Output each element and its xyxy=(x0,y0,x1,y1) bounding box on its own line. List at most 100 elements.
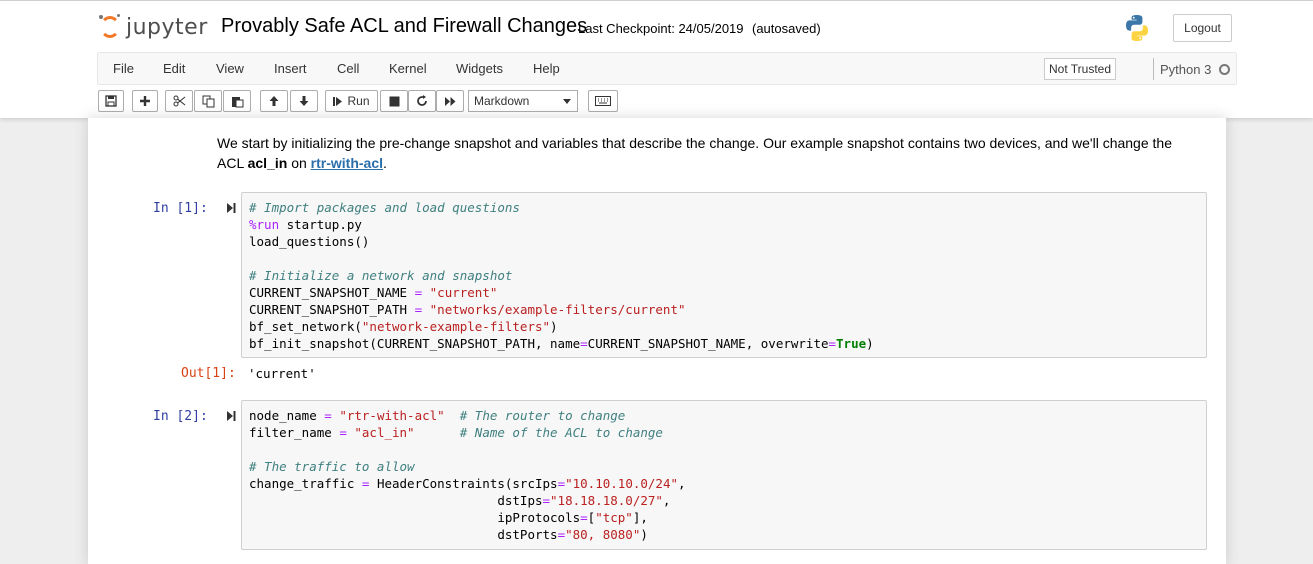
arrow-up-icon xyxy=(269,96,279,106)
interrupt-kernel-button[interactable] xyxy=(380,90,408,112)
code-token: = xyxy=(580,510,588,525)
menu-insert[interactable]: Insert xyxy=(274,61,307,76)
autosave-status: (autosaved) xyxy=(752,21,821,36)
code-line: filter_name = "acl_in" # Name of the ACL… xyxy=(249,424,686,441)
menu-cell[interactable]: Cell xyxy=(337,61,359,76)
save-icon xyxy=(105,95,117,107)
logout-button[interactable]: Logout xyxy=(1173,14,1232,42)
jupyter-logo[interactable]: jupyter xyxy=(99,13,208,41)
restart-kernel-button[interactable] xyxy=(408,90,436,112)
code-token: "acl_in" xyxy=(354,425,415,440)
code-token: "network-example-filters" xyxy=(361,319,551,334)
code-line: # Initialize a network and snapshot xyxy=(249,267,874,284)
not-trusted-button[interactable]: Not Trusted xyxy=(1044,58,1116,80)
copy-icon xyxy=(202,95,214,107)
code-token: "10.10.10.0/24" xyxy=(565,476,678,491)
code-line: load_questions() xyxy=(249,233,874,250)
restart-run-all-button[interactable] xyxy=(436,90,464,112)
code-token: filter_name xyxy=(249,425,340,440)
menu-help[interactable]: Help xyxy=(533,61,560,76)
cell-output: 'current' xyxy=(248,366,316,381)
cell-type-value: Markdown xyxy=(474,94,530,108)
code-line: ipProtocols=["tcp"], xyxy=(249,509,686,526)
jupyter-logo-icon xyxy=(99,14,120,38)
code-token: = xyxy=(414,285,423,300)
notebook-title[interactable]: Provably Safe ACL and Firewall Changes xyxy=(221,15,587,38)
menu-file[interactable]: File xyxy=(113,61,134,76)
code-token: startup.py xyxy=(279,217,362,232)
code-token: change_traffic xyxy=(249,476,362,491)
scissors-icon xyxy=(173,95,185,107)
command-palette-button[interactable] xyxy=(588,90,618,112)
cut-cell-button[interactable] xyxy=(165,90,193,112)
markdown-cell[interactable]: We start by initializing the pre-change … xyxy=(217,133,1187,173)
fast-forward-icon xyxy=(444,96,455,106)
insert-cell-button[interactable] xyxy=(132,90,158,112)
code-token: "networks/example-filters/current" xyxy=(429,302,686,317)
code-token: ipProtocols xyxy=(249,510,581,525)
menu-edit[interactable]: Edit xyxy=(163,61,185,76)
code-line: bf_set_network("network-example-filters"… xyxy=(249,318,874,335)
code-line: # Import packages and load questions xyxy=(249,199,874,216)
move-down-button[interactable] xyxy=(290,90,318,112)
code-token: HeaderConstraints(srcIps xyxy=(369,476,558,491)
code-token: "current" xyxy=(429,285,498,300)
jupyter-logo-text: jupyter xyxy=(126,14,208,40)
code-token: = xyxy=(339,425,347,440)
code-token: dstPorts xyxy=(249,527,558,542)
code-token: = xyxy=(324,408,332,423)
stop-icon xyxy=(389,96,399,106)
code-token: %run xyxy=(249,217,280,232)
code-token: = xyxy=(557,527,566,542)
copy-cell-button[interactable] xyxy=(194,90,222,112)
code-token: # Initialize a network and snapshot xyxy=(249,268,513,283)
run-cell-icon[interactable] xyxy=(226,410,236,422)
menu-widgets[interactable]: Widgets xyxy=(456,61,503,76)
cell-type-select[interactable]: Markdown xyxy=(468,90,578,112)
menu-view[interactable]: View xyxy=(216,61,244,76)
kernel-name: Python 3 xyxy=(1160,61,1212,77)
code-editor[interactable]: node_name = "rtr-with-acl" # The router … xyxy=(249,407,686,543)
router-link[interactable]: rtr-with-acl xyxy=(311,155,383,171)
code-token: , xyxy=(662,493,671,508)
notebook-header: jupyter Provably Safe ACL and Firewall C… xyxy=(0,0,1313,118)
run-button[interactable]: Run xyxy=(325,90,378,112)
code-cell-input[interactable]: node_name = "rtr-with-acl" # The router … xyxy=(241,400,1207,550)
paste-icon xyxy=(231,96,243,107)
input-prompt: In [1]: xyxy=(153,201,208,216)
code-line: dstPorts="80, 8080") xyxy=(249,526,686,543)
code-line: bf_init_snapshot(CURRENT_SNAPSHOT_PATH, … xyxy=(249,335,874,352)
code-token: ) xyxy=(866,336,874,351)
markdown-text-end: . xyxy=(383,155,387,171)
code-editor[interactable]: # Import packages and load questions %run… xyxy=(249,199,874,352)
code-line: CURRENT_SNAPSHOT_PATH = "networks/exampl… xyxy=(249,301,874,318)
menubar: File Edit View Insert Cell Kernel Widget… xyxy=(97,52,1237,85)
code-token: CURRENT_SNAPSHOT_NAME xyxy=(249,285,415,300)
arrow-down-icon xyxy=(299,96,309,106)
code-line: dstIps="18.18.18.0/27", xyxy=(249,492,686,509)
paste-cell-button[interactable] xyxy=(223,90,251,112)
move-up-button[interactable] xyxy=(260,90,288,112)
code-token: "80, 8080" xyxy=(565,527,641,542)
plus-icon xyxy=(140,96,150,106)
run-cell-icon[interactable] xyxy=(226,202,236,214)
code-line: # The traffic to allow xyxy=(249,458,686,475)
code-token: "tcp" xyxy=(595,510,633,525)
last-checkpoint: Last Checkpoint: 24/05/2019 xyxy=(578,21,744,36)
code-token: # The traffic to allow xyxy=(249,459,415,474)
code-token: True xyxy=(836,336,867,351)
code-line: CURRENT_SNAPSHOT_NAME = "current" xyxy=(249,284,874,301)
code-token: = xyxy=(828,336,837,351)
code-token: # Import packages and load questions xyxy=(249,200,520,215)
menu-kernel[interactable]: Kernel xyxy=(389,61,427,76)
code-cell-input[interactable]: # Import packages and load questions %run… xyxy=(241,192,1207,358)
save-button[interactable] xyxy=(98,90,124,112)
output-prompt: Out[1]: xyxy=(181,366,236,381)
code-token: bf_set_network( xyxy=(249,319,362,334)
keyboard-icon xyxy=(595,96,611,106)
chevron-down-icon xyxy=(563,99,571,104)
